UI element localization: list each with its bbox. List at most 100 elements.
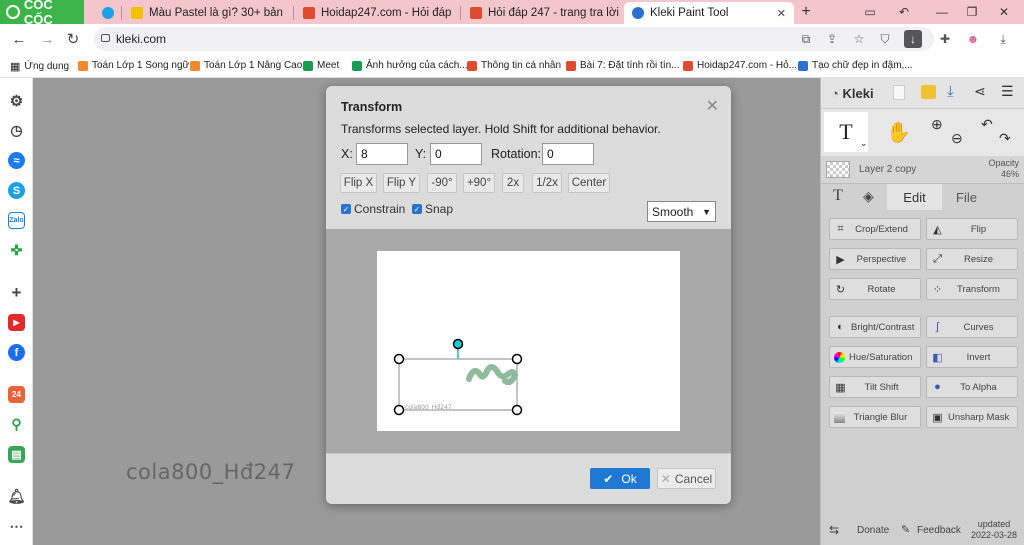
close-window-icon[interactable]: ✕ <box>990 0 1018 24</box>
open-folder-icon[interactable] <box>921 85 936 99</box>
minimize-icon[interactable]: — <box>928 0 956 24</box>
bookmark-meet[interactable]: Meet <box>303 60 339 71</box>
redo-icon[interactable]: ↷ <box>999 130 1011 147</box>
snap-checkbox[interactable]: ✓ Snap <box>412 202 453 216</box>
resize-handle-bottom-left[interactable] <box>393 404 405 416</box>
flip-y-button[interactable]: Flip Y <box>383 173 420 193</box>
layer-row[interactable]: Layer 2 copy Opacity 46% <box>821 156 1024 184</box>
cancel-button[interactable]: ✕ Cancel <box>657 468 716 489</box>
ok-button[interactable]: ✔ Ok <box>590 468 650 489</box>
gamepad-icon[interactable]: ✜ <box>8 242 25 259</box>
facebook-icon[interactable]: f <box>8 344 25 361</box>
bookmark-bai-7[interactable]: Bài 7: Đặt tính rồi tín... <box>566 60 680 71</box>
resize-handle-top-left[interactable] <box>393 353 405 365</box>
notifications-bell-icon[interactable]: 🔔︎ <box>8 488 26 505</box>
menu-icon[interactable]: ☰ <box>1001 83 1014 100</box>
tab-file[interactable]: File <box>956 190 977 205</box>
close-icon[interactable]: ✕ <box>706 96 719 116</box>
rotate-plus-90-button[interactable]: +90° <box>463 173 495 193</box>
undo-icon[interactable]: ↶ <box>981 116 993 133</box>
to-alpha-button[interactable]: ● To Alpha <box>926 376 1018 398</box>
history-icon[interactable]: ↶ <box>890 0 918 24</box>
hue-saturation-button[interactable]: Hue/Saturation <box>829 346 921 368</box>
triangle-blur-button[interactable]: Triangle Blur <box>829 406 921 428</box>
resize-button[interactable]: ⤢ Resize <box>926 248 1018 270</box>
bookmark-toan-nang-cao[interactable]: Toán Lớp 1 Nâng Cao <box>190 60 302 71</box>
bookmark-hoidap247[interactable]: Hoidap247.com - Hỏ... <box>683 60 797 71</box>
tab-search-icon[interactable]: ▭ <box>856 0 884 24</box>
forward-icon[interactable]: → <box>36 28 58 50</box>
curves-button[interactable]: ∫ Curves <box>926 316 1018 338</box>
rotation-input[interactable] <box>542 143 594 165</box>
kleki-logo[interactable]: ◔ Kleki <box>831 86 874 101</box>
bookmark-apps[interactable]: ▦ Ứng dụng <box>10 60 69 73</box>
bookmark-tao-chu[interactable]: Tạo chữ đẹp in đậm,... <box>798 60 913 71</box>
map-pin-icon[interactable]: ⚲ <box>8 416 25 433</box>
extensions-icon[interactable]: ✚ <box>936 30 954 48</box>
coccoc-logo[interactable]: CỐC CỐC <box>0 0 84 27</box>
bookmark-star-icon[interactable]: ☆ <box>850 30 868 48</box>
resize-handle-top-right[interactable] <box>511 353 523 365</box>
invert-button[interactable]: ◧ Invert <box>926 346 1018 368</box>
add-icon[interactable]: + <box>8 283 25 302</box>
youtube-icon[interactable]: ▶ <box>8 314 25 331</box>
x-input[interactable] <box>356 143 408 165</box>
download-page-icon[interactable]: ↓ <box>904 30 922 48</box>
messenger-icon[interactable]: ≈ <box>8 152 25 169</box>
back-icon[interactable]: ← <box>8 28 30 50</box>
crop-extend-button[interactable]: ⌗ Crop/Extend <box>829 218 921 240</box>
flip-button[interactable]: ◭ Flip <box>926 218 1018 240</box>
resize-handle-bottom-right[interactable] <box>511 404 523 416</box>
tab-kleki[interactable]: Kleki Paint Tool ✕ <box>624 2 794 24</box>
tab-pastel[interactable]: Màu Pastel là gì? 30+ bản <box>123 2 293 24</box>
zalo-icon[interactable]: Zalo <box>8 212 25 229</box>
share-icon[interactable]: ⋖ <box>974 83 986 100</box>
shield-icon[interactable]: ⛉ <box>876 30 894 48</box>
tab-zalo[interactable] <box>94 2 124 24</box>
tilt-shift-button[interactable]: ▦ Tilt Shift <box>829 376 921 398</box>
feedback-link[interactable]: Feedback <box>917 525 961 536</box>
text-tool-icon[interactable]: T ⌄ <box>824 112 868 152</box>
sheet-icon[interactable]: ▤ <box>8 446 25 463</box>
settings-gear-icon[interactable]: ⚙ <box>8 92 25 110</box>
scale-2x-button[interactable]: 2x <box>502 173 524 193</box>
donate-link[interactable]: Donate <box>857 525 889 536</box>
close-tab-icon[interactable]: ✕ <box>777 7 786 20</box>
rotate-handle[interactable] <box>452 338 464 350</box>
unsharp-mask-button[interactable]: ▣ Unsharp Mask <box>926 406 1018 428</box>
calendar-24-icon[interactable]: 24 <box>8 386 25 403</box>
reload-icon[interactable]: ↻ <box>62 28 84 50</box>
bookmark-toan-song-ngu[interactable]: Toán Lớp 1 Song ngữ <box>78 60 189 71</box>
swap-icon[interactable]: ⇆ <box>829 523 839 537</box>
skype-icon[interactable]: S <box>8 182 25 199</box>
preview-canvas[interactable]: cola800_Hđ247 <box>377 251 680 431</box>
zoom-out-icon[interactable]: ⊖ <box>951 130 963 147</box>
constrain-checkbox[interactable]: ✓ Constrain <box>341 202 405 216</box>
translate-icon[interactable]: ⧉ <box>797 30 815 48</box>
new-tab-button[interactable]: + <box>792 0 820 24</box>
bookmark-anh-huong[interactable]: Ảnh hưởng của cách... <box>352 60 468 71</box>
downloads-icon[interactable]: ⤓ <box>994 30 1012 48</box>
perspective-button[interactable]: ▶ Perspective <box>829 248 921 270</box>
transform-gizmo[interactable]: cola800_Hđ247 <box>377 251 680 431</box>
flip-x-button[interactable]: Flip X <box>340 173 377 193</box>
center-button[interactable]: Center <box>568 173 610 193</box>
bright-contrast-button[interactable]: ◐ Bright/Contrast <box>829 316 921 338</box>
tab-text-icon[interactable]: T <box>833 187 843 205</box>
transform-button[interactable]: ⁘ Transform <box>926 278 1018 300</box>
more-icon[interactable]: ⋯ <box>8 518 25 535</box>
tab-edit[interactable]: Edit <box>887 184 942 210</box>
maximize-icon[interactable]: ❐ <box>958 0 986 24</box>
scale-half-button[interactable]: 1/2x <box>532 173 562 193</box>
save-download-icon[interactable]: ⤓ <box>947 83 954 100</box>
tab-hoidap247[interactable]: Hoidap247.com - Hỏi đáp <box>295 2 460 24</box>
hand-tool-icon[interactable]: ✋ <box>886 120 911 145</box>
interpolation-select[interactable]: Smooth ▼ <box>647 201 716 222</box>
y-input[interactable] <box>430 143 482 165</box>
new-file-icon[interactable] <box>893 85 905 100</box>
history-clock-icon[interactable]: ◷ <box>8 122 25 139</box>
tab-hoidap-tra-loi[interactable]: Hỏi đáp 247 - trang tra lời <box>462 2 622 24</box>
tab-layers-icon[interactable]: ◈ <box>863 188 874 205</box>
bookmark-thong-tin[interactable]: Thông tin cá nhân <box>467 60 561 71</box>
rotate-button[interactable]: ↻ Rotate <box>829 278 921 300</box>
